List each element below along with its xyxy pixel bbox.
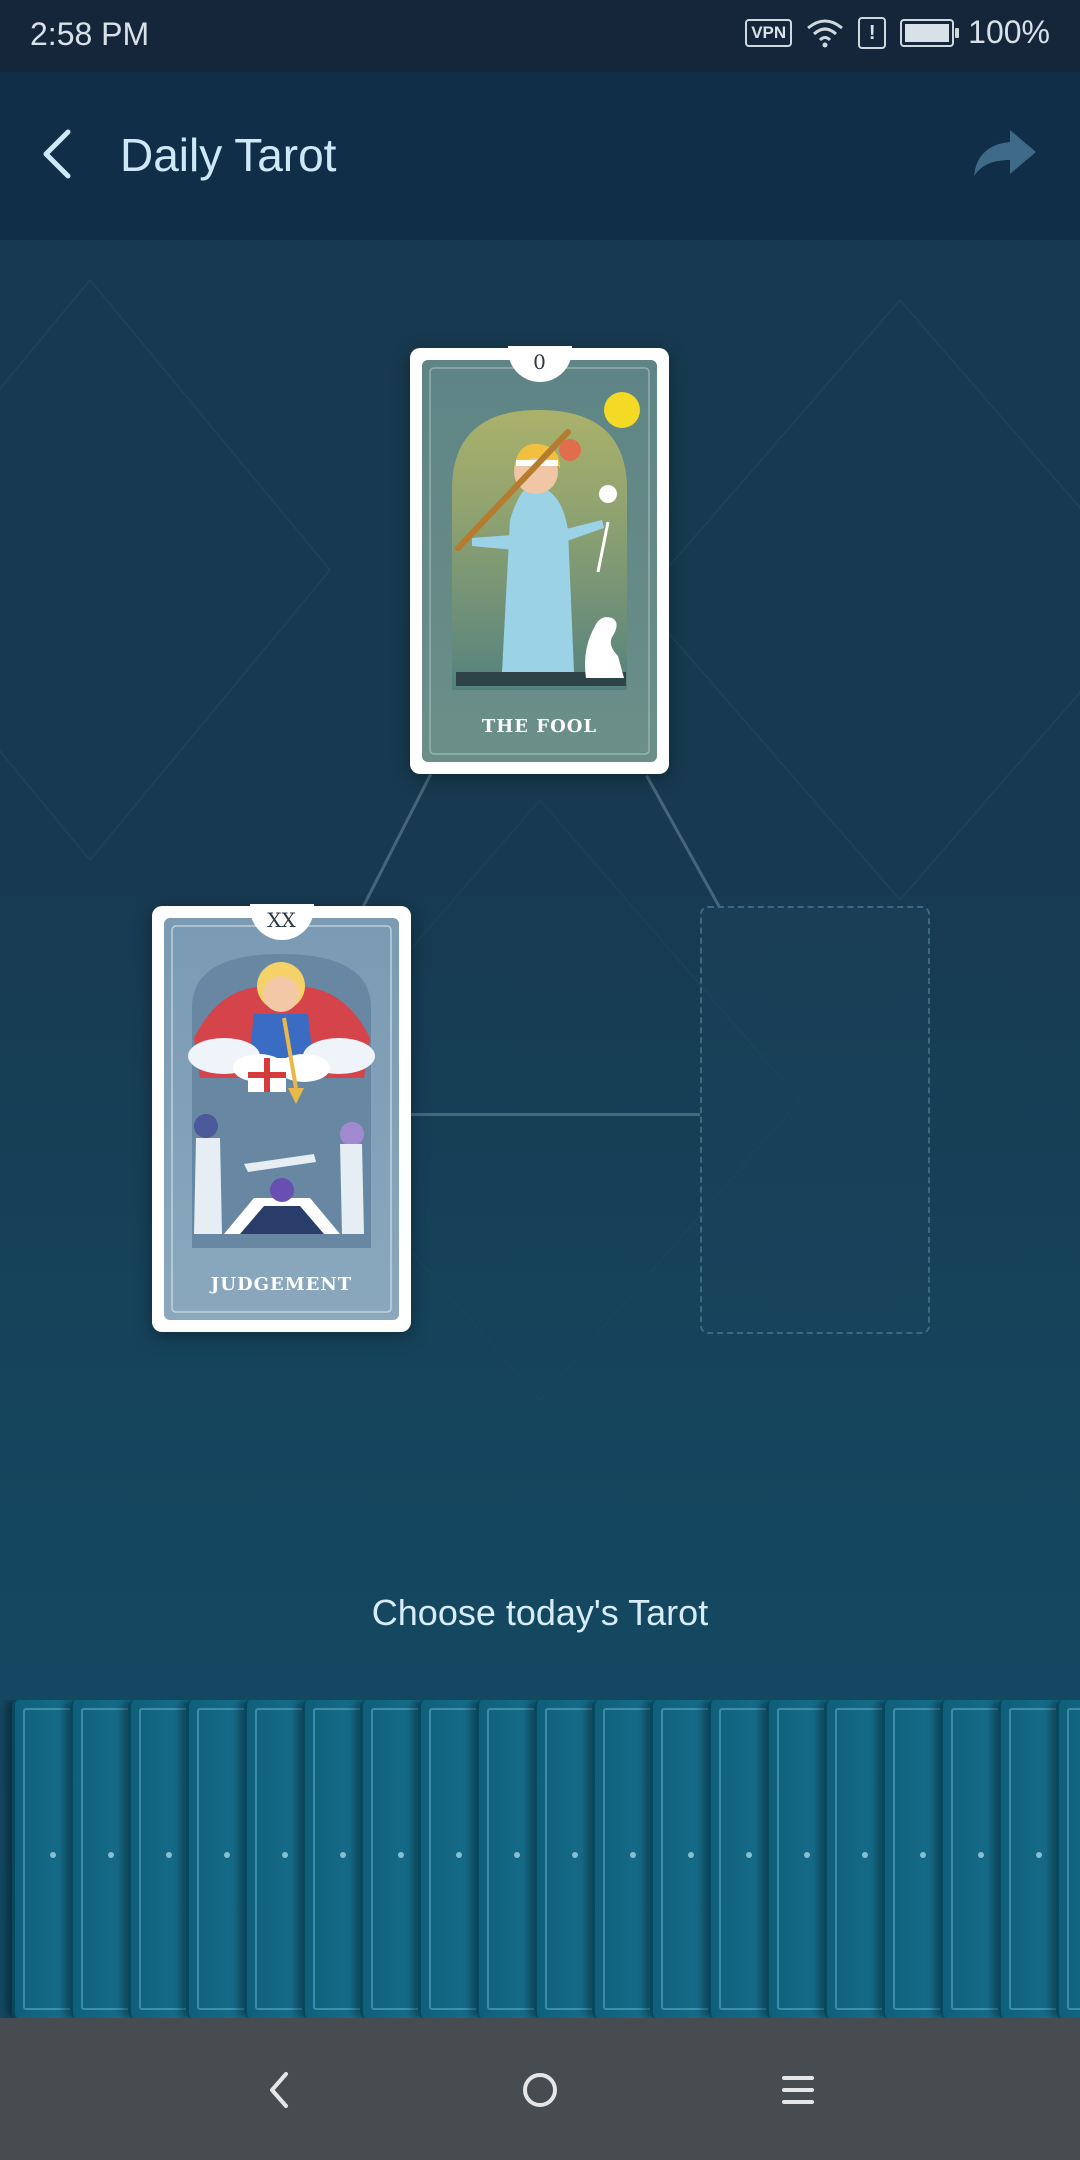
system-nav-bar bbox=[0, 2018, 1080, 2160]
status-icons: VPN ! 100% bbox=[745, 14, 1050, 51]
fool-illustration bbox=[429, 367, 650, 755]
deck-card[interactable] bbox=[1056, 1700, 1080, 2018]
page-title: Daily Tarot bbox=[120, 129, 337, 181]
wifi-icon bbox=[807, 19, 844, 47]
status-bar: 2:58 PM VPN ! 100% bbox=[0, 0, 1080, 72]
choose-prompt: Choose today's Tarot bbox=[371, 1592, 709, 1633]
battery-percent: 100% bbox=[968, 14, 1050, 50]
circle-home-icon[interactable] bbox=[508, 2058, 572, 2122]
connector-line bbox=[410, 1113, 700, 1116]
judgement-illustration bbox=[171, 925, 392, 1313]
card-deck[interactable] bbox=[0, 1700, 1080, 2018]
hamburger-menu-icon[interactable] bbox=[766, 2058, 830, 2122]
sun-emblem-icon bbox=[1059, 1700, 1080, 2018]
vpn-icon: VPN bbox=[745, 18, 793, 47]
card-face: JUDGEMENT bbox=[164, 918, 399, 1320]
card-name: THE FOOL bbox=[481, 716, 598, 737]
back-arrow-icon[interactable] bbox=[30, 124, 90, 184]
battery-icon bbox=[900, 18, 960, 47]
card-face: THE FOOL bbox=[422, 360, 657, 762]
card-name: JUDGEMENT bbox=[210, 1274, 353, 1295]
tarot-card-the-fool[interactable]: THE FOOL 0 bbox=[410, 346, 669, 774]
status-time: 2:58 PM bbox=[30, 16, 150, 52]
battery-fill bbox=[905, 23, 950, 42]
share-arrow-icon[interactable] bbox=[970, 122, 1040, 182]
alert-icon: ! bbox=[858, 16, 887, 49]
tarot-card-judgement[interactable]: JUDGEMENT XX bbox=[152, 904, 411, 1332]
app-bar: Daily Tarot bbox=[0, 72, 1080, 240]
empty-card-slot[interactable] bbox=[700, 906, 930, 1334]
triangle-back-icon[interactable] bbox=[248, 2058, 312, 2122]
